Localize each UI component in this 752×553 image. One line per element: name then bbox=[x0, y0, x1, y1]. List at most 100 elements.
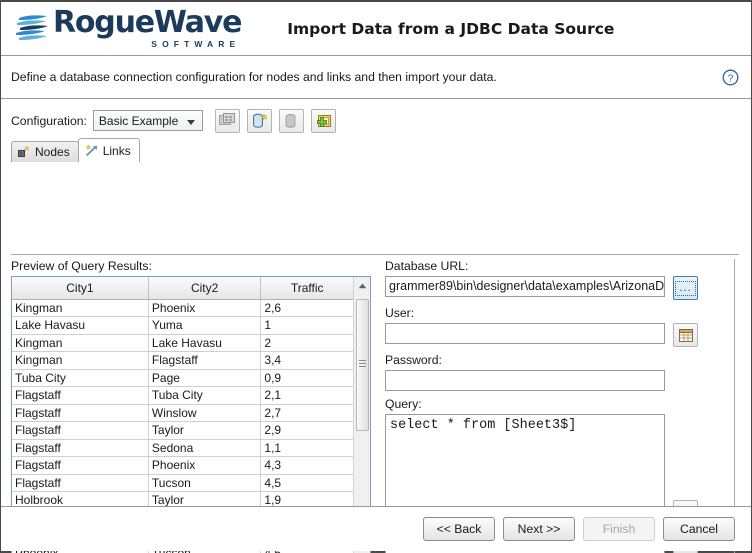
wizard-header: RogueWave SOFTWARE Import Data from a JD… bbox=[1, 2, 751, 55]
password-input[interactable] bbox=[385, 370, 665, 391]
configuration-selected-value: Basic Example bbox=[98, 113, 179, 128]
configuration-label: Configuration: bbox=[11, 113, 87, 128]
logo-word-rogue: Rogue bbox=[53, 5, 155, 41]
link-arrow-icon bbox=[85, 144, 99, 157]
cell-traffic: 1 bbox=[260, 316, 353, 335]
user-label: User: bbox=[385, 306, 415, 320]
scrollbar-thumb[interactable] bbox=[356, 299, 369, 431]
cell-traffic: 3,4 bbox=[260, 351, 353, 370]
cell-city2: Sedona bbox=[148, 439, 262, 457]
cell-city1: Kingman bbox=[12, 299, 149, 317]
configuration-toolbar bbox=[214, 108, 336, 133]
table-row[interactable]: Flagstaff Tucson 4,5 bbox=[12, 474, 353, 492]
table-icon bbox=[678, 328, 693, 342]
database-new-icon bbox=[253, 112, 268, 128]
password-label: Password: bbox=[385, 353, 442, 367]
table-row[interactable]: Tuba City Page 0,9 bbox=[12, 369, 353, 387]
roguewave-logo-mark bbox=[16, 14, 48, 40]
cell-city1: Flagstaff bbox=[12, 456, 149, 475]
configuration-row: Configuration: Basic Example bbox=[1, 99, 751, 133]
table-row[interactable]: Flagstaff Phoenix 4,3 bbox=[12, 456, 353, 475]
next-button[interactable]: Next >> bbox=[503, 517, 575, 541]
query-label: Query: bbox=[385, 397, 422, 411]
column-header-traffic[interactable]: Traffic bbox=[260, 277, 353, 300]
jdbc-import-wizard-window: RogueWave SOFTWARE Import Data from a JD… bbox=[0, 0, 752, 553]
cell-traffic: 0,9 bbox=[260, 369, 353, 387]
wizard-body: Configuration: Basic Example Nodes Links… bbox=[1, 99, 751, 553]
cell-city1: Flagstaff bbox=[12, 421, 149, 440]
table-row[interactable]: Kingman Lake Havasu 2 bbox=[12, 334, 353, 352]
user-row bbox=[385, 323, 741, 347]
delete-configuration-button[interactable] bbox=[278, 108, 304, 133]
finish-button[interactable]: Finish bbox=[583, 517, 655, 541]
logo-subtitle: SOFTWARE bbox=[151, 39, 241, 50]
cell-city2: Phoenix bbox=[148, 299, 262, 317]
table-row[interactable]: Kingman Phoenix 2,6 bbox=[12, 299, 353, 317]
choose-table-button[interactable] bbox=[673, 323, 698, 347]
table-row[interactable]: Kingman Flagstaff 3,4 bbox=[12, 351, 353, 370]
tab-underline bbox=[11, 254, 739, 255]
cell-city2: Taylor bbox=[148, 421, 262, 440]
configuration-select[interactable]: Basic Example bbox=[92, 110, 203, 131]
ellipsis-icon: ... bbox=[675, 280, 696, 296]
cell-city1: Lake Havasu bbox=[12, 316, 149, 335]
table-header-row: City1 City2 Traffic bbox=[12, 277, 353, 300]
cell-traffic: 1,1 bbox=[260, 439, 353, 457]
database-url-row: grammer89\bin\designer\data\examples\Ari… bbox=[385, 276, 741, 300]
table-row[interactable]: Flagstaff Sedona 1,1 bbox=[12, 439, 353, 457]
cell-city2: Tucson bbox=[148, 474, 262, 492]
new-configuration-button[interactable] bbox=[246, 108, 272, 133]
tab-links[interactable]: Links bbox=[77, 138, 140, 162]
cell-city2: Flagstaff bbox=[148, 351, 262, 370]
cell-city2: Tuba City bbox=[148, 386, 262, 405]
tab-links-label: Links bbox=[102, 143, 131, 158]
cell-traffic: 4,3 bbox=[260, 456, 353, 475]
cell-city2: Winslow bbox=[148, 404, 262, 422]
table-row[interactable]: Flagstaff Tuba City 2,1 bbox=[12, 386, 353, 405]
user-input[interactable] bbox=[385, 323, 665, 344]
svg-text:?: ? bbox=[728, 73, 734, 84]
cell-city2: Yuma bbox=[148, 316, 262, 335]
cell-city1: Flagstaff bbox=[12, 404, 149, 422]
cell-city1: Kingman bbox=[12, 351, 149, 370]
cell-city1: Flagstaff bbox=[12, 386, 149, 405]
cell-city1: Flagstaff bbox=[12, 439, 149, 457]
database-delete-icon bbox=[285, 113, 296, 128]
database-url-label: Database URL: bbox=[385, 259, 469, 273]
back-button[interactable]: << Back bbox=[423, 517, 495, 541]
tab-nodes-label: Nodes bbox=[35, 145, 70, 159]
roguewave-logo: RogueWave SOFTWARE bbox=[15, 5, 242, 50]
tab-bar: Nodes Links bbox=[11, 138, 751, 162]
chevron-down-icon bbox=[186, 120, 195, 125]
tab-nodes[interactable]: Nodes bbox=[11, 141, 79, 162]
table-row[interactable]: Flagstaff Winslow 2,7 bbox=[12, 404, 353, 422]
page-title: Import Data from a JDBC Data Source bbox=[287, 19, 615, 38]
preview-label: Preview of Query Results: bbox=[11, 259, 152, 273]
scroll-up-arrow-icon[interactable] bbox=[354, 277, 370, 294]
scrollbar-grip-icon bbox=[359, 360, 366, 367]
table-row[interactable]: Lake Havasu Yuma 1 bbox=[12, 316, 353, 335]
node-icon bbox=[18, 146, 31, 158]
cell-traffic: 4,5 bbox=[260, 474, 353, 492]
database-url-input[interactable]: grammer89\bin\designer\data\examples\Ari… bbox=[385, 276, 665, 297]
cell-traffic: 2 bbox=[260, 334, 353, 352]
table-row[interactable]: Flagstaff Taylor 2,9 bbox=[12, 421, 353, 440]
wizard-footer: << Back Next >> Finish Cancel bbox=[1, 506, 751, 551]
add-configuration-button[interactable] bbox=[310, 108, 336, 133]
question-circle-icon[interactable]: ? bbox=[722, 69, 739, 86]
description-strip: Define a database connection configurati… bbox=[1, 56, 751, 98]
password-row bbox=[385, 370, 741, 391]
cell-city1: Kingman bbox=[12, 334, 149, 352]
cell-traffic: 2,7 bbox=[260, 404, 353, 422]
manage-configurations-button[interactable] bbox=[214, 108, 240, 133]
column-header-city1[interactable]: City1 bbox=[12, 277, 149, 300]
cell-city2: Page bbox=[148, 369, 262, 387]
description-text: Define a database connection configurati… bbox=[11, 70, 497, 84]
cell-traffic: 2,9 bbox=[260, 421, 353, 440]
column-header-city2[interactable]: City2 bbox=[148, 277, 262, 300]
cell-traffic: 2,1 bbox=[260, 386, 353, 405]
cell-city2: Phoenix bbox=[148, 456, 262, 475]
table-grid-icon bbox=[219, 113, 236, 125]
browse-database-button[interactable]: ... bbox=[673, 276, 698, 300]
cancel-button[interactable]: Cancel bbox=[663, 517, 735, 541]
